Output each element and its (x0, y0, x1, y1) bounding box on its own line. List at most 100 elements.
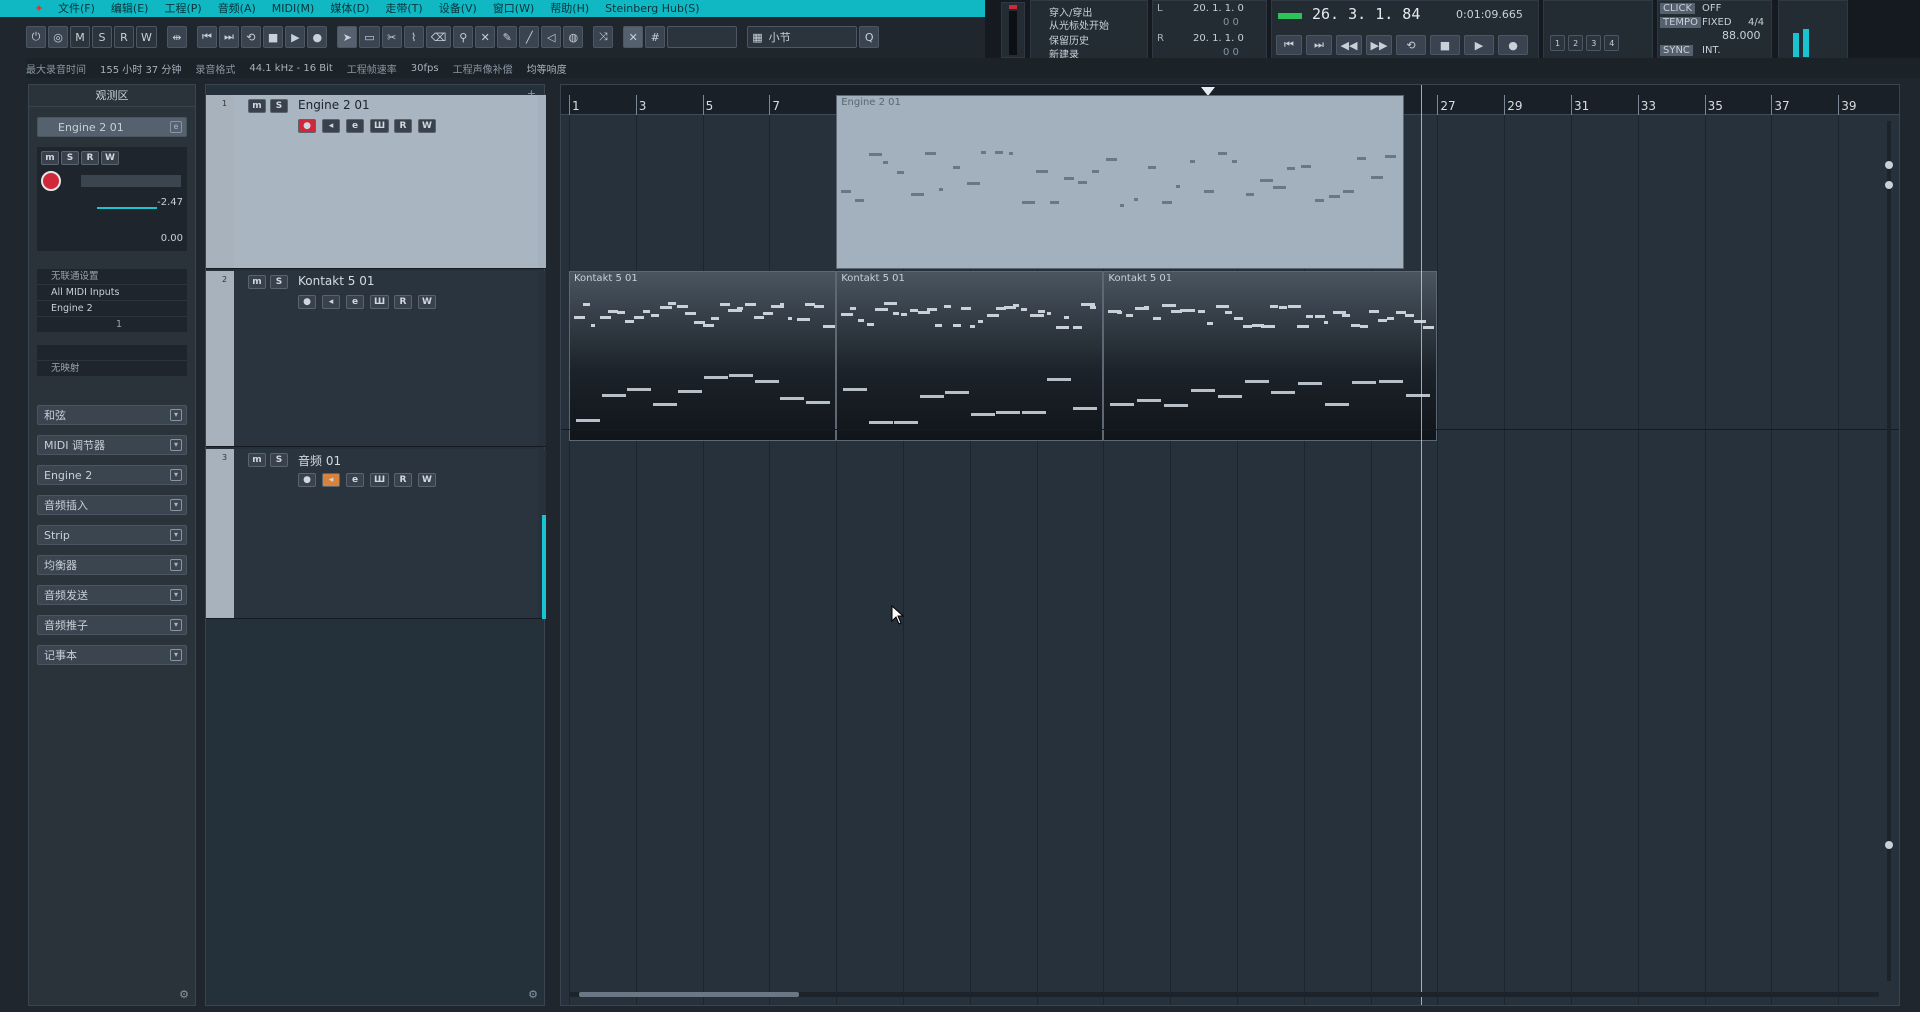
inspector-mute-button[interactable]: m (41, 151, 59, 165)
track-row[interactable]: 2 m S Kontakt 5 01 ● ◂ e Ш R W (206, 271, 546, 447)
glue-tool-icon[interactable]: ⌇ (403, 26, 424, 48)
inspector-section-7[interactable]: 音频推子 ▾ (37, 615, 187, 635)
nudge-icon[interactable]: ⤨ (593, 26, 614, 48)
project-window[interactable]: 13579111315171921232527293133353739 Engi… (560, 84, 1900, 1006)
menu-item-0[interactable]: 文件(F) (50, 0, 103, 17)
track-mute-button[interactable]: m (248, 99, 266, 113)
track-edit-icon[interactable]: e (346, 119, 364, 133)
mute-all-button[interactable]: M (70, 26, 90, 48)
menu-item-3[interactable]: 音频(A) (210, 0, 264, 17)
transport-go-start-icon[interactable]: ⏮ (1276, 35, 1302, 55)
inspector-solo-button[interactable]: S (61, 151, 79, 165)
inspector-volume-value[interactable]: -2.47 (157, 197, 183, 208)
midi-output[interactable]: Engine 2 (37, 301, 187, 317)
track-monitor-icon[interactable]: ◂ (322, 119, 340, 133)
autoscroll-icon[interactable]: ⇹ (166, 26, 187, 48)
mute-tool-icon[interactable]: ✕ (475, 26, 496, 48)
track-solo-button[interactable]: S (270, 99, 288, 113)
track-name[interactable]: Kontakt 5 01 (298, 274, 374, 288)
record-format-label[interactable]: 录音格式 (195, 61, 235, 76)
snap-type-dropdown[interactable] (667, 26, 738, 48)
mapping[interactable]: 无映射 (37, 361, 187, 377)
track-number[interactable]: 3 (206, 449, 234, 618)
track-read-button[interactable]: R (394, 295, 412, 309)
track-monitor-icon[interactable]: ◂ (322, 295, 340, 309)
menu-item-8[interactable]: 窗口(W) (485, 0, 542, 17)
split-tool-icon[interactable]: ✂ (381, 26, 402, 48)
frame-rate-label[interactable]: 工程帧速率 (347, 61, 397, 76)
cycle-icon[interactable]: ⟲ (240, 26, 261, 48)
stop-icon[interactable]: ■ (262, 26, 284, 48)
track-name[interactable]: 音频 01 (298, 452, 341, 469)
marker-3-button[interactable]: 3 (1586, 35, 1602, 51)
menu-item-10[interactable]: Steinberg Hub(S) (597, 0, 707, 17)
object-selection-tool-icon[interactable]: ➤ (337, 26, 358, 48)
track-number[interactable]: 2 (206, 271, 234, 446)
track-row[interactable]: 1 m S Engine 2 01 ● ◂ e Ш R W (206, 95, 546, 269)
edit-instrument-icon[interactable]: e (170, 121, 182, 133)
inspector-section-1[interactable]: MIDI 调节器 ▾ (37, 435, 187, 455)
section-expand-icon[interactable]: ▾ (170, 559, 182, 571)
menu-item-1[interactable]: 编辑(E) (103, 0, 157, 17)
menu-item-7[interactable]: 设备(V) (431, 0, 485, 17)
track-read-button[interactable]: R (394, 473, 412, 487)
track-read-button[interactable]: R (394, 119, 412, 133)
section-expand-icon[interactable]: ▾ (170, 589, 182, 601)
inspector-track-name[interactable]: Engine 2 01 e (37, 117, 187, 137)
secondary-time-display[interactable]: 0:01:09.665 (1456, 8, 1523, 21)
midi-part[interactable]: Kontakt 5 01 (569, 271, 837, 441)
inspector-record-enable-icon[interactable] (41, 171, 61, 191)
right-locator-value[interactable]: 20. 1. 1. 0 (1193, 33, 1244, 44)
transport-play-icon[interactable]: ▶ (1464, 35, 1494, 55)
inspector-settings-icon[interactable]: ⚙ (179, 988, 189, 1001)
track-name[interactable]: Engine 2 01 (298, 98, 370, 112)
transport-cycle-icon[interactable]: ⟲ (1396, 35, 1426, 55)
rewind-icon[interactable]: ◀◀ (1336, 35, 1362, 55)
inspector-section-2[interactable]: Engine 2 ▾ (37, 465, 187, 485)
start-from-cursor-label[interactable]: 从光标处开始 (1049, 17, 1109, 32)
zoom-tool-icon[interactable]: ⚲ (453, 26, 474, 48)
menu-item-4[interactable]: MIDI(M) (264, 0, 323, 17)
track-header[interactable]: m S Kontakt 5 01 ● ◂ e Ш R W (234, 271, 538, 446)
track-write-button[interactable]: W (418, 295, 436, 309)
primary-time-display[interactable]: 26. 3. 1. 84 (1312, 5, 1420, 23)
draw-tool-icon[interactable]: ✎ (497, 26, 518, 48)
track-edit-icon[interactable]: e (346, 473, 364, 487)
range-tool-icon[interactable]: ▭ (359, 26, 380, 48)
section-expand-icon[interactable]: ▾ (170, 529, 182, 541)
record-icon[interactable]: ● (307, 26, 328, 48)
inspector-monitor-bar[interactable] (81, 175, 181, 187)
marker-2-button[interactable]: 2 (1568, 35, 1584, 51)
quantize-button[interactable]: Q (859, 26, 880, 48)
track-solo-button[interactable]: S (270, 275, 288, 289)
time-signature[interactable]: 4/4 (1748, 17, 1764, 28)
solo-all-button[interactable]: S (92, 26, 112, 48)
track-write-button[interactable]: W (418, 473, 436, 487)
tempo-label[interactable]: TEMPO (1660, 17, 1701, 28)
marker-4-button[interactable]: 4 (1604, 35, 1620, 51)
write-all-button[interactable]: W (136, 26, 157, 48)
vertical-zoom-handle[interactable] (1885, 161, 1893, 169)
track-record-enable-icon[interactable]: ● (298, 295, 316, 309)
play-icon[interactable]: ▶ (285, 26, 306, 48)
right-locator-icon[interactable]: R (1157, 33, 1164, 44)
inspector-pan-value[interactable]: 0.00 (161, 233, 183, 244)
track-freeze-icon[interactable]: Ш (370, 295, 390, 309)
inspector-read-button[interactable]: R (81, 151, 99, 165)
track-freeze-icon[interactable]: Ш (370, 473, 390, 487)
track-header[interactable]: m S 音频 01 ● ◂ e Ш R W (234, 449, 538, 618)
app-logo-icon[interactable]: ✦ (28, 0, 50, 17)
frame-rate-value[interactable]: 30fps (411, 63, 439, 74)
erase-tool-icon[interactable]: ⌫ (425, 26, 452, 48)
menu-item-5[interactable]: 媒体(D) (322, 0, 377, 17)
track-header[interactable]: m S Engine 2 01 ● ◂ e Ш R W (234, 95, 538, 268)
vertical-scroll-handle[interactable] (1885, 181, 1893, 189)
inspector-section-6[interactable]: 音频发送 ▾ (37, 585, 187, 605)
snap-toggle-icon[interactable]: ✕ (623, 26, 644, 48)
color-tool-icon[interactable]: ◍ (563, 26, 584, 48)
left-locator-icon[interactable]: L (1157, 3, 1163, 14)
marker-1-button[interactable]: 1 (1550, 35, 1566, 51)
midi-input[interactable]: All MIDI Inputs (37, 285, 187, 301)
vertical-scrollbar[interactable] (1885, 121, 1893, 981)
track-record-enable-icon[interactable]: ● (298, 473, 316, 487)
